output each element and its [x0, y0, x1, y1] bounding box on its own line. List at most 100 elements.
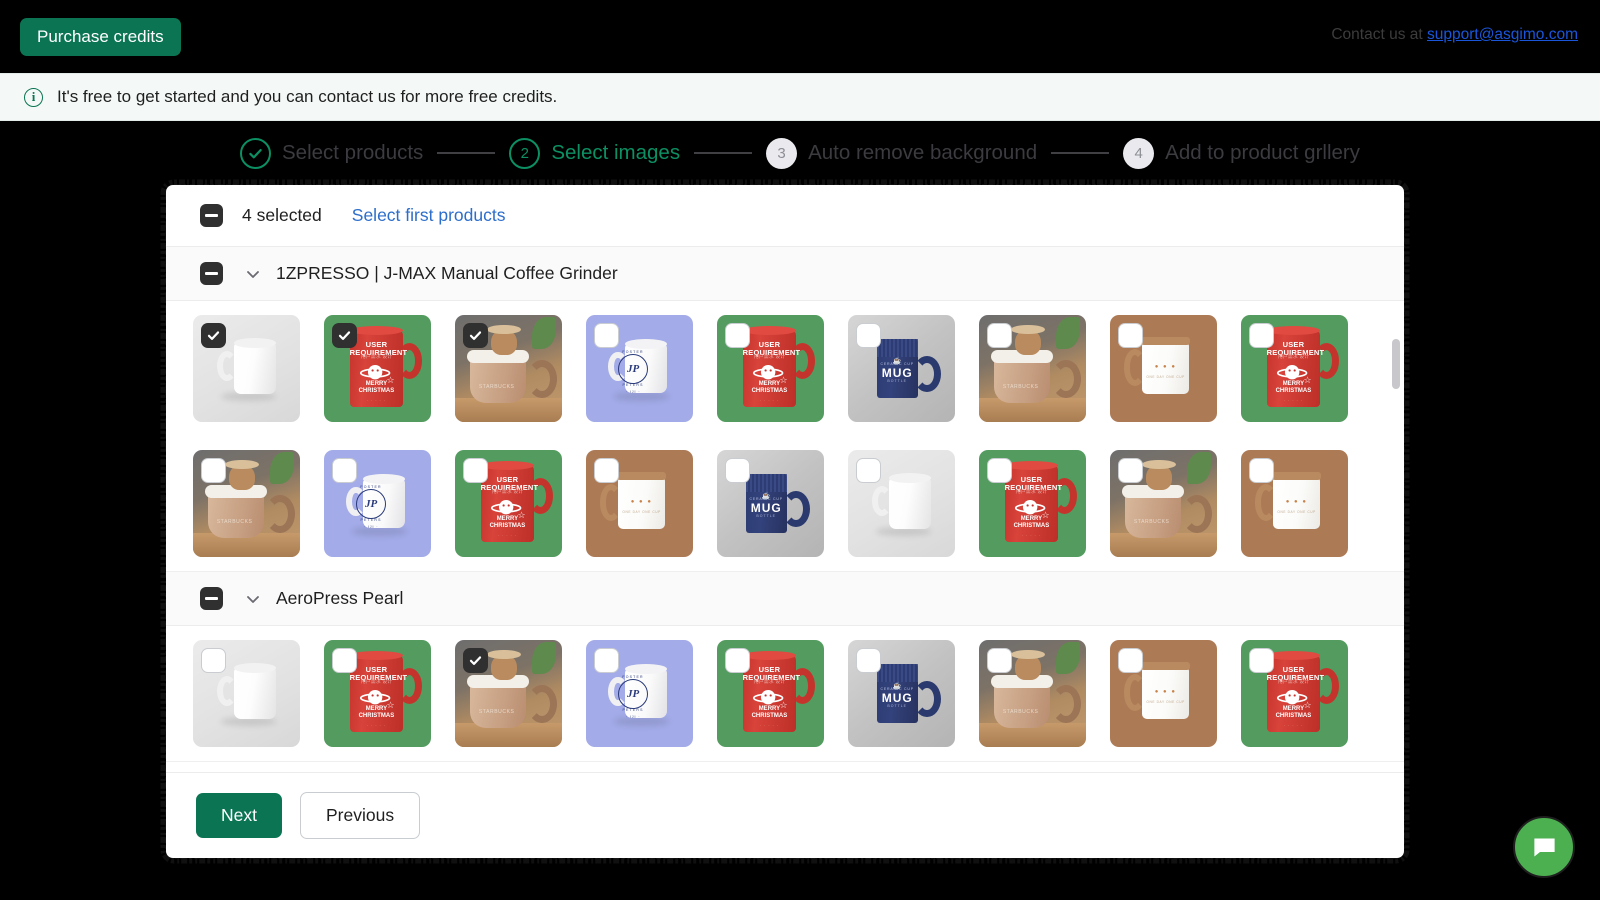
image-thumbnail[interactable]: USER REQUIREMENT 用户需求 设计 ☆ MERRY CHRISTMAS · ·… [717, 315, 824, 422]
image-thumbnail[interactable]: USER REQUIREMENT 用户需求 设计 ☆ MERRY CHRISTMAS · ·… [1241, 640, 1348, 747]
check-icon [332, 323, 357, 348]
image-thumbnail[interactable]: STARBUCKS [455, 315, 562, 422]
image-thumbnail[interactable]: USER REQUIREMENT 用户需求 设计 ☆ MERRY CHRISTMAS · ·… [717, 640, 824, 747]
thumbnail-checkbox[interactable] [463, 458, 488, 483]
select-first-products-link[interactable]: Select first products [352, 205, 506, 226]
step-3-label: Auto remove background [808, 141, 1038, 164]
step-4-label: Add to product grllery [1165, 141, 1360, 164]
thumbnail-checkbox[interactable] [856, 323, 881, 348]
thumbnail-checkbox[interactable] [987, 648, 1012, 673]
image-thumbnail[interactable]: ● ● ● ONE DAY ONE CUP [1110, 640, 1217, 747]
thumbnail-checkbox[interactable] [463, 323, 488, 348]
product-group-title: 1ZPRESSO | J-MAX Manual Coffee Grinder [276, 263, 618, 283]
contact-info: Contact us at support@asgimo.com [1331, 26, 1578, 44]
check-icon [463, 323, 488, 348]
modal-footer: Next Previous [166, 772, 1404, 858]
thumbnail-checkbox[interactable] [594, 458, 619, 483]
thumbnail-checkbox[interactable] [725, 323, 750, 348]
check-icon [249, 148, 262, 158]
chevron-down-icon[interactable] [243, 589, 263, 609]
step-select-images[interactable]: 2 Select images [509, 137, 681, 169]
thumbnail-checkbox[interactable] [1249, 323, 1274, 348]
check-icon [463, 648, 488, 673]
step-connector-2 [694, 152, 753, 154]
thumbnail-checkbox[interactable] [1249, 458, 1274, 483]
thumbnail-checkbox[interactable] [594, 648, 619, 673]
image-thumbnail[interactable]: ● ● ● ONE DAY ONE CUP [586, 450, 693, 557]
thumbnail-checkbox[interactable] [332, 323, 357, 348]
image-thumbnail[interactable]: STARBUCKS [1110, 450, 1217, 557]
previous-button[interactable]: Previous [299, 792, 421, 839]
image-thumbnail[interactable]: STARBUCKS [193, 450, 300, 557]
image-thumbnail[interactable]: STARBUCKS [979, 640, 1086, 747]
thumbnail-checkbox[interactable] [725, 458, 750, 483]
scrollbar-track[interactable] [1392, 249, 1400, 770]
image-thumbnail[interactable]: USER REQUIREMENT 用户需求 设计 ☆ MERRY CHRISTMAS · ·… [455, 450, 562, 557]
thumbnail-checkbox[interactable] [1118, 648, 1143, 673]
check-icon [201, 323, 226, 348]
thumbnail-checkbox[interactable] [332, 648, 357, 673]
thumbnail-checkbox[interactable] [1249, 648, 1274, 673]
image-thumbnail[interactable] [193, 640, 300, 747]
step-2-label: Select images [551, 141, 681, 164]
thumbnail-checkbox[interactable] [594, 323, 619, 348]
product-group-title: AeroPress Pearl [276, 588, 404, 608]
step-3-bubble: 3 [766, 137, 798, 169]
thumbnail-checkbox[interactable] [725, 648, 750, 673]
image-picker-modal: 4 selected Select first products 1ZPRESS… [158, 178, 1412, 865]
thumbnail-row: USER REQUIREMENT 用户需求 设计 ☆ MERRY CHRISTMAS · ·… [166, 626, 1404, 762]
image-thumbnail[interactable]: STARBUCKS [979, 315, 1086, 422]
image-thumbnail[interactable]: ☕ CERAMIC CUP MUG BOTTLE [848, 640, 955, 747]
banner-text: It's free to get started and you can con… [57, 87, 558, 106]
group-select-checkbox[interactable] [200, 587, 223, 610]
step-add-to-product-gallery[interactable]: 4 Add to product grllery [1123, 137, 1360, 169]
step-auto-remove-background[interactable]: 3 Auto remove background [766, 137, 1038, 169]
thumbnail-checkbox[interactable] [1118, 323, 1143, 348]
image-thumbnail[interactable]: FOSTER JP PETERS · IJI · [324, 450, 431, 557]
image-thumbnail[interactable]: USER REQUIREMENT 用户需求 设计 ☆ MERRY CHRISTMAS · ·… [979, 450, 1086, 557]
thumbnail-checkbox[interactable] [856, 458, 881, 483]
thumbnail-checkbox[interactable] [201, 323, 226, 348]
info-icon: i [24, 87, 43, 107]
image-thumbnail[interactable]: FOSTER JP PETERS · IJI · [586, 315, 693, 422]
image-thumbnail[interactable] [848, 450, 955, 557]
image-thumbnail[interactable]: USER REQUIREMENT 用户需求 设计 ☆ MERRY CHRISTMAS · ·… [324, 640, 431, 747]
thumbnail-checkbox[interactable] [201, 458, 226, 483]
chat-bubble-icon [1533, 838, 1555, 856]
select-all-header: 4 selected Select first products [166, 185, 1404, 247]
image-thumbnail[interactable] [193, 315, 300, 422]
next-button[interactable]: Next [196, 793, 282, 838]
thumbnail-checkbox[interactable] [987, 323, 1012, 348]
chevron-down-icon[interactable] [243, 264, 263, 284]
thumbnail-checkbox[interactable] [463, 648, 488, 673]
contact-prefix-label: Contact us at [1331, 26, 1427, 43]
step-select-products[interactable]: Select products [240, 137, 423, 169]
image-thumbnail[interactable]: ☕ CERAMIC CUP MUG BOTTLE [717, 450, 824, 557]
image-thumbnail[interactable]: ☕ CERAMIC CUP MUG BOTTLE [848, 315, 955, 422]
image-thumbnail[interactable]: USER REQUIREMENT 用户需求 设计 ☆ MERRY CHRISTMAS · ·… [324, 315, 431, 422]
thumbnail-checkbox[interactable] [201, 648, 226, 673]
wizard-stepper: Select products 2 Select images 3 Auto r… [0, 127, 1600, 179]
thumbnail-row: USER REQUIREMENT 用户需求 设计 ☆ MERRY CHRISTMAS · ·… [166, 301, 1404, 436]
image-thumbnail[interactable]: STARBUCKS [455, 640, 562, 747]
step-4-bubble: 4 [1123, 137, 1155, 169]
chat-widget-button[interactable] [1513, 816, 1575, 878]
step-1-bubble [240, 137, 271, 169]
thumbnail-checkbox[interactable] [987, 458, 1012, 483]
group-select-checkbox[interactable] [200, 262, 223, 285]
image-thumbnail[interactable]: USER REQUIREMENT 用户需求 设计 ☆ MERRY CHRISTMAS · ·… [1241, 315, 1348, 422]
product-group-header: 1ZPRESSO | J-MAX Manual Coffee Grinder [166, 247, 1404, 301]
thumbnail-checkbox[interactable] [332, 458, 357, 483]
select-all-checkbox[interactable] [200, 204, 223, 227]
thumbnail-checkbox[interactable] [1118, 458, 1143, 483]
image-thumbnail[interactable]: ● ● ● ONE DAY ONE CUP [1241, 450, 1348, 557]
image-list-scroll-area[interactable]: 1ZPRESSO | J-MAX Manual Coffee Grinder US… [166, 247, 1404, 772]
purchase-credits-button[interactable]: Purchase credits [20, 18, 181, 56]
image-thumbnail[interactable]: ● ● ● ONE DAY ONE CUP [1110, 315, 1217, 422]
free-credits-banner: i It's free to get started and you can c… [0, 73, 1600, 121]
thumbnail-checkbox[interactable] [856, 648, 881, 673]
scrollbar-thumb[interactable] [1392, 339, 1400, 389]
product-group-header: AeroPress Pearl [166, 572, 1404, 626]
support-email-link[interactable]: support@asgimo.com [1427, 26, 1578, 43]
image-thumbnail[interactable]: FOSTER JP PETERS · IJI · [586, 640, 693, 747]
